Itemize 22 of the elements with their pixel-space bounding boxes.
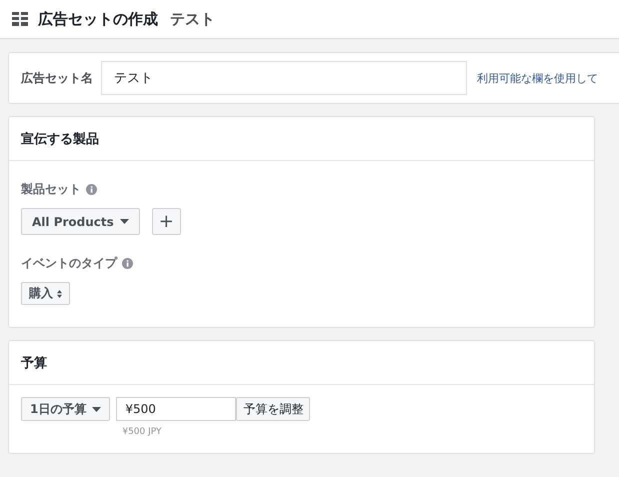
add-button[interactable]: + — [152, 208, 181, 235]
link[interactable]: 利用可能な欄を使用して — [477, 70, 598, 86]
caret-icon — [120, 219, 129, 224]
sort-icon — [57, 290, 62, 298]
currency-note: ¥500 JPY — [121, 427, 163, 437]
card-title: 宣伝する製品 — [21, 130, 99, 148]
budget-type-dropdown[interactable]: 1日の予算 — [21, 397, 110, 421]
grid-icon — [12, 12, 28, 26]
event-type-select[interactable]: 購入 — [21, 282, 70, 305]
page-title: 広告セットの作成 — [38, 10, 158, 28]
info-icon[interactable] — [122, 258, 133, 269]
name-field[interactable]: テスト — [101, 61, 467, 95]
field-label: 広告セット名 — [21, 70, 93, 86]
product-set-dropdown[interactable]: All Products — [21, 208, 140, 235]
budget-amount-field[interactable]: ¥500 — [116, 397, 236, 421]
info-icon[interactable] — [86, 184, 97, 195]
page-subtitle: テスト — [170, 10, 215, 28]
card-title: 予算 — [21, 354, 47, 372]
field-label: イベントのタイプ — [21, 255, 117, 272]
caret-icon — [92, 406, 102, 412]
field-label: 製品セット — [21, 181, 81, 198]
adjust-budget-button[interactable]: 予算を調整 — [236, 397, 310, 421]
